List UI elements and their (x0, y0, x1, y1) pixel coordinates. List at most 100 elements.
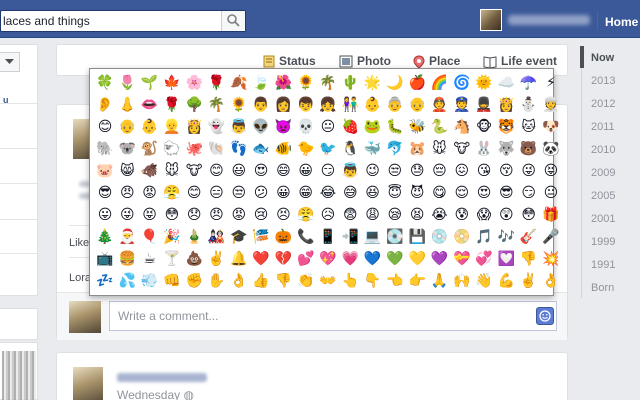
timeline-item-1999[interactable]: 1999 (591, 236, 615, 248)
emoji-option[interactable]: 💤 (95, 270, 115, 292)
emoji-option[interactable]: 💛 (407, 248, 427, 270)
emoji-option[interactable]: 👎 (273, 270, 293, 292)
emoji-option[interactable]: 🍓 (340, 116, 360, 138)
emoji-option[interactable]: 💚 (385, 248, 405, 270)
emoji-option[interactable]: 😔 (429, 160, 449, 182)
emoji-option[interactable]: 🐱 (519, 116, 539, 138)
emoji-option[interactable]: 🌸 (184, 72, 204, 94)
emoji-option[interactable]: ❤️ (251, 248, 271, 270)
emoji-option[interactable]: 🍁 (162, 72, 182, 94)
emoji-option[interactable]: 🎉 (162, 226, 182, 248)
emoji-option[interactable]: 💪 (496, 270, 516, 292)
emoji-option[interactable]: 💜 (429, 248, 449, 270)
search-input[interactable]: laces and things (3, 14, 90, 28)
emoji-option[interactable]: 😚 (496, 160, 516, 182)
emoji-option[interactable]: 🎍 (184, 226, 204, 248)
emoji-option[interactable]: 😄 (273, 160, 293, 182)
emoji-option[interactable]: 👂 (95, 94, 115, 116)
emoji-option[interactable]: 💟 (496, 248, 516, 270)
emoji-option[interactable]: 😱 (474, 204, 494, 226)
emoji-option[interactable]: 🌹 (206, 72, 226, 94)
emoji-option[interactable]: 👴 (117, 116, 137, 138)
emoji-option[interactable]: 🐑 (162, 138, 182, 160)
emoji-option[interactable]: 😃 (229, 160, 249, 182)
emoji-option[interactable]: 😳 (162, 204, 182, 226)
emoji-option[interactable]: 🎎 (206, 226, 226, 248)
emoji-option[interactable]: 👋 (474, 270, 494, 292)
emoji-option[interactable]: 🌵 (340, 72, 360, 94)
emoji-option[interactable]: 😳 (519, 204, 539, 226)
emoji-option[interactable]: 😊 (206, 160, 226, 182)
emoji-option[interactable]: 😝 (541, 160, 561, 182)
emoji-option[interactable]: 👸 (184, 116, 204, 138)
emoji-option[interactable]: 🐟 (251, 138, 271, 160)
emoji-option[interactable]: 🐶 (541, 116, 561, 138)
emoji-option[interactable]: 👩 (273, 94, 293, 116)
emoji-option[interactable]: 👎 (519, 248, 539, 270)
dropdown-button[interactable] (0, 52, 20, 72)
emoji-option[interactable]: 😠 (117, 182, 137, 204)
emoji-option[interactable]: 😤 (162, 182, 182, 204)
emoji-option[interactable]: 😪 (385, 204, 405, 226)
emoji-option[interactable]: 👻 (206, 116, 226, 138)
emoji-option[interactable]: 😛 (95, 204, 115, 226)
emoji-option[interactable]: 👳 (541, 94, 561, 116)
emoji-option[interactable]: ✊ (184, 270, 204, 292)
emoji-option[interactable]: 👊 (162, 270, 182, 292)
emoji-option[interactable]: 👽 (251, 116, 271, 138)
emoji-option[interactable]: 💨 (140, 270, 160, 292)
emoji-option[interactable]: 🐦 (318, 138, 338, 160)
search-button[interactable] (221, 11, 245, 31)
home-link[interactable]: Home (605, 15, 638, 29)
left-photo[interactable] (2, 351, 36, 400)
emoji-option[interactable]: 👈 (385, 270, 405, 292)
emoji-option[interactable]: 😠 (206, 204, 226, 226)
emoji-option[interactable]: 😐 (318, 116, 338, 138)
story-author-avatar[interactable] (73, 367, 103, 400)
user-name-blurred[interactable] (508, 15, 590, 25)
emoji-option[interactable]: 📲 (340, 226, 360, 248)
emoji-option[interactable]: 🐠 (273, 138, 293, 160)
emoji-option[interactable]: 😎 (95, 182, 115, 204)
emoji-option[interactable]: 🐚 (206, 138, 226, 160)
emoji-option[interactable]: 😜 (519, 160, 539, 182)
emoji-option[interactable]: 🐼 (541, 138, 561, 160)
emoji-option[interactable]: 🎵 (474, 226, 494, 248)
emoji-option[interactable]: 😥 (318, 204, 338, 226)
emoji-option[interactable]: 🌹 (162, 94, 182, 116)
emoji-option[interactable]: 😅 (340, 182, 360, 204)
emoji-option[interactable]: 🌻 (296, 72, 316, 94)
emoji-option[interactable]: 🐸 (363, 116, 383, 138)
emoji-option[interactable]: 💾 (407, 226, 427, 248)
emoji-option[interactable]: 😫 (407, 204, 427, 226)
emoji-option[interactable]: 🌞 (474, 72, 494, 94)
emoji-option[interactable]: 👌 (229, 270, 249, 292)
emoji-option[interactable]: 👱 (162, 116, 182, 138)
emoji-option[interactable]: 🐬 (385, 138, 405, 160)
emoji-option[interactable]: 💻 (363, 226, 383, 248)
emoji-option[interactable]: 🎅 (117, 226, 137, 248)
emoji-option[interactable]: 🐻 (519, 138, 539, 160)
emoji-option[interactable]: 😒 (229, 182, 249, 204)
emoji-option[interactable]: 😸 (117, 160, 137, 182)
timeline-item-2013[interactable]: 2013 (591, 75, 615, 87)
emoji-option[interactable]: 💩 (184, 248, 204, 270)
emoji-option[interactable]: ✌️ (519, 270, 539, 292)
emoji-option[interactable]: 👮 (452, 94, 472, 116)
emoji-option[interactable]: 🐺 (496, 138, 516, 160)
emoji-option[interactable]: 🐰 (474, 138, 494, 160)
emoji-option[interactable]: 😋 (429, 182, 449, 204)
emoji-option[interactable]: 🎓 (229, 226, 249, 248)
emoji-option[interactable]: 🐗 (140, 160, 160, 182)
emoji-option[interactable]: 🐍 (429, 116, 449, 138)
emoji-option[interactable]: 😀 (273, 182, 293, 204)
emoji-option[interactable]: 🌴 (206, 94, 226, 116)
emoji-option[interactable]: 👵 (385, 94, 405, 116)
emoji-option[interactable]: 🐛 (385, 116, 405, 138)
emoji-option[interactable]: 🐹 (407, 138, 427, 160)
emoji-option[interactable]: 🐒 (140, 138, 160, 160)
emoji-option[interactable]: 📺 (95, 248, 115, 270)
emoji-option[interactable]: 🐭 (162, 160, 182, 182)
emoji-option[interactable]: 😜 (117, 204, 137, 226)
emoji-option[interactable]: 👍 (251, 270, 271, 292)
